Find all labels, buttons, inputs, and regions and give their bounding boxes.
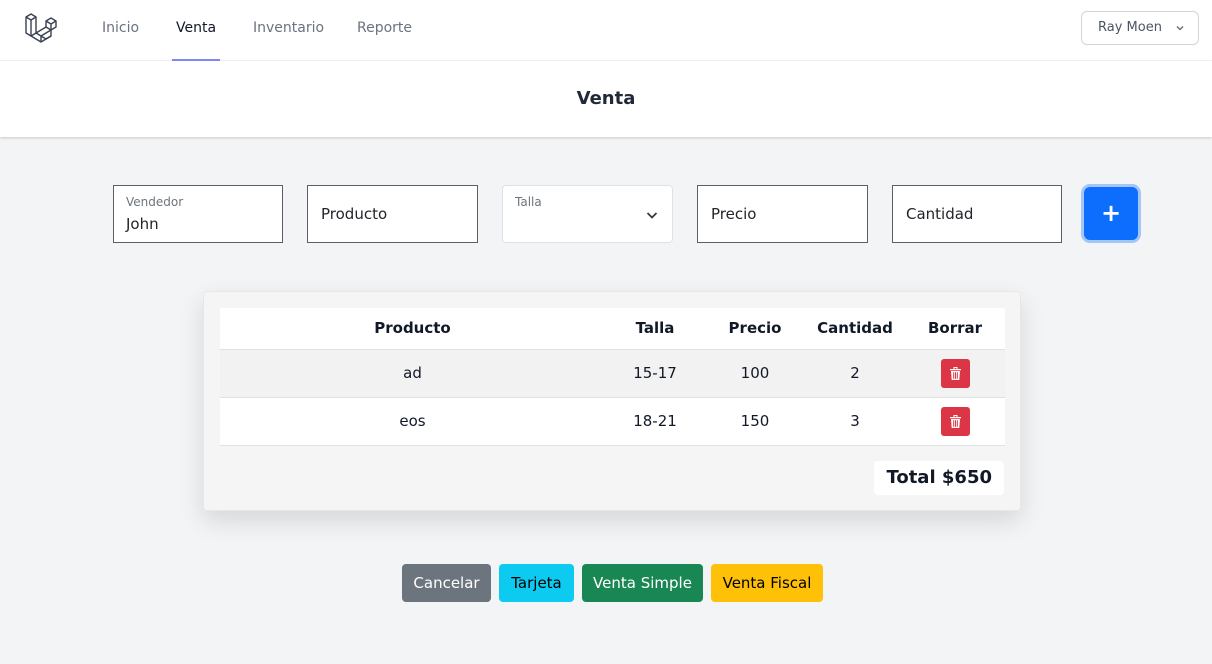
vendedor-field[interactable]: Vendedor John <box>113 185 283 243</box>
chevron-down-icon <box>1176 25 1184 31</box>
cell-producto: eos <box>220 397 605 446</box>
page-title: Venta <box>576 88 636 109</box>
cell-precio: 100 <box>705 349 805 398</box>
add-item-button[interactable]: + <box>1084 187 1138 240</box>
nav-link-venta[interactable]: Venta <box>172 0 221 61</box>
column-header-borrar: Borrar <box>905 308 1005 350</box>
precio-placeholder: Precio <box>711 205 757 223</box>
column-header-cantidad: Cantidad <box>805 308 905 350</box>
producto-placeholder: Producto <box>321 205 388 223</box>
vendedor-value[interactable]: John <box>126 215 159 233</box>
talla-label: Talla <box>515 195 542 209</box>
cantidad-input[interactable]: Cantidad <box>892 185 1062 243</box>
cell-talla: 18-21 <box>605 397 705 446</box>
table-row: ad 15-17 100 2 <box>220 349 1005 398</box>
nav-link-inicio[interactable]: Inicio <box>102 0 139 61</box>
page-header: Venta <box>0 61 1212 137</box>
column-header-producto: Producto <box>220 308 605 350</box>
card-payment-button[interactable]: Tarjeta <box>499 564 574 602</box>
cancel-button[interactable]: Cancelar <box>402 564 491 602</box>
cell-precio: 150 <box>705 397 805 446</box>
cantidad-placeholder: Cantidad <box>906 205 974 223</box>
delete-row-button[interactable] <box>940 358 970 388</box>
cell-borrar <box>905 349 1005 398</box>
column-header-talla: Talla <box>605 308 705 350</box>
table-header-row: Producto Talla Precio Cantidad Borrar <box>220 308 1005 350</box>
producto-input[interactable]: Producto <box>307 185 478 243</box>
trash-icon <box>949 366 961 380</box>
fiscal-sale-button[interactable]: Venta Fiscal <box>711 564 823 602</box>
chevron-down-icon <box>646 212 658 219</box>
laravel-logo-icon[interactable] <box>24 12 58 46</box>
cell-talla: 15-17 <box>605 349 705 398</box>
simple-sale-button[interactable]: Venta Simple <box>582 564 703 602</box>
trash-icon <box>949 414 961 428</box>
items-table: Producto Talla Precio Cantidad Borrar ad… <box>220 308 1005 446</box>
delete-row-button[interactable] <box>940 406 970 436</box>
vendedor-label: Vendedor <box>126 195 184 209</box>
user-name: Ray Moen <box>1098 20 1162 35</box>
cell-borrar <box>905 397 1005 446</box>
nav-link-reporte[interactable]: Reporte <box>357 0 412 61</box>
top-nav: Inicio Venta Inventario Reporte Ray Moen <box>0 0 1212 61</box>
cell-cantidad: 2 <box>805 349 905 398</box>
cell-producto: ad <box>220 349 605 398</box>
items-card: Producto Talla Precio Cantidad Borrar ad… <box>203 291 1021 511</box>
plus-icon: + <box>1100 199 1122 227</box>
user-menu-button[interactable]: Ray Moen <box>1081 11 1199 45</box>
nav-link-inventario[interactable]: Inventario <box>253 0 324 61</box>
cell-cantidad: 3 <box>805 397 905 446</box>
column-header-precio: Precio <box>705 308 805 350</box>
precio-input[interactable]: Precio <box>697 185 868 243</box>
total-amount: Total $650 <box>874 461 1004 495</box>
table-row: eos 18-21 150 3 <box>220 397 1005 446</box>
talla-select[interactable]: Talla <box>502 185 673 243</box>
